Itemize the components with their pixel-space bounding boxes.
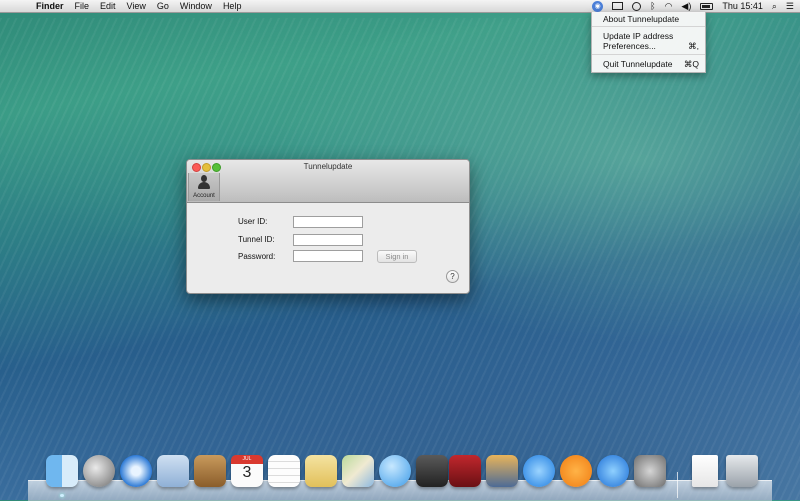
launchpad-icon[interactable] bbox=[83, 455, 115, 487]
reminders-icon[interactable] bbox=[268, 455, 300, 487]
maps-icon[interactable] bbox=[342, 455, 374, 487]
password-field[interactable] bbox=[293, 250, 363, 262]
trash-icon[interactable] bbox=[726, 455, 758, 487]
menu-view[interactable]: View bbox=[127, 1, 146, 11]
menu-preferences-label: Preferences... bbox=[603, 41, 656, 51]
downloads-stack-icon[interactable] bbox=[692, 455, 718, 487]
iphoto-icon[interactable] bbox=[486, 455, 518, 487]
window-toolbar: Tunnelupdate Account bbox=[187, 160, 469, 203]
airplay-icon[interactable] bbox=[612, 2, 624, 10]
menu-app-name[interactable]: Finder bbox=[36, 1, 64, 11]
menubar-clock[interactable]: Thu 15:41 bbox=[722, 1, 763, 11]
spotlight-icon[interactable]: ⌕ bbox=[772, 1, 777, 11]
volume-icon[interactable]: ◀) bbox=[681, 1, 691, 11]
itunes-icon[interactable] bbox=[523, 455, 555, 487]
user-id-field[interactable] bbox=[293, 216, 363, 228]
running-indicator bbox=[60, 494, 64, 497]
tunnelupdate-menu: About Tunnelupdate Update IP address Pre… bbox=[591, 12, 706, 73]
system-preferences-icon[interactable] bbox=[634, 455, 666, 487]
safari-icon[interactable] bbox=[120, 455, 152, 487]
notification-center-icon[interactable]: ☰ bbox=[786, 1, 794, 11]
battery-icon[interactable] bbox=[700, 2, 714, 10]
menu-edit[interactable]: Edit bbox=[100, 1, 116, 11]
facetime-icon[interactable] bbox=[416, 455, 448, 487]
calendar-day: 3 bbox=[242, 464, 252, 481]
menu-go[interactable]: Go bbox=[157, 1, 169, 11]
notes-icon[interactable] bbox=[305, 455, 337, 487]
wifi-icon[interactable]: ◠ bbox=[665, 1, 673, 11]
mail-icon[interactable] bbox=[157, 455, 189, 487]
menu-separator bbox=[592, 26, 705, 27]
menu-file[interactable]: File bbox=[75, 1, 90, 11]
messages-icon[interactable] bbox=[379, 455, 411, 487]
menu-update-ip[interactable]: Update IP address bbox=[603, 31, 699, 41]
password-label: Password: bbox=[238, 252, 276, 261]
status-area: ◉ ᛒ ◠ ◀) Thu 15:41 ⌕ ☰ bbox=[592, 0, 794, 12]
menu-separator bbox=[592, 54, 705, 55]
calendar-month: JUL bbox=[231, 455, 263, 464]
window-title: Tunnelupdate bbox=[303, 162, 353, 171]
tunnel-id-field[interactable] bbox=[293, 234, 363, 246]
calendar-icon[interactable]: JUL 3 bbox=[231, 455, 263, 487]
tunnelupdate-window: Tunnelupdate Account User ID: Tunnel ID:… bbox=[186, 159, 470, 294]
contacts-icon[interactable] bbox=[194, 455, 226, 487]
user-id-label: User ID: bbox=[238, 217, 268, 226]
tab-account[interactable]: Account bbox=[188, 173, 220, 201]
quit-shortcut: ⌘Q bbox=[683, 59, 699, 69]
menu-about[interactable]: About Tunnelupdate bbox=[603, 14, 699, 24]
finder-icon[interactable] bbox=[46, 455, 78, 487]
ibooks-icon[interactable] bbox=[560, 455, 592, 487]
preferences-shortcut: ⌘, bbox=[688, 41, 699, 51]
menu-preferences[interactable]: Preferences... bbox=[603, 41, 699, 51]
sign-in-button[interactable]: Sign in bbox=[377, 250, 417, 263]
time-machine-icon[interactable] bbox=[632, 1, 642, 11]
tunnelupdate-icon[interactable]: ◉ bbox=[592, 0, 604, 12]
menu-window[interactable]: Window bbox=[180, 1, 212, 11]
app-store-icon[interactable] bbox=[597, 455, 629, 487]
tab-account-label: Account bbox=[193, 193, 215, 199]
bluetooth-icon[interactable]: ᛒ bbox=[650, 1, 655, 11]
help-button[interactable]: ? bbox=[446, 270, 459, 283]
dock-separator bbox=[677, 472, 678, 498]
tunnel-id-label: Tunnel ID: bbox=[238, 235, 275, 244]
menu-help[interactable]: Help bbox=[223, 1, 242, 11]
person-icon bbox=[197, 175, 211, 191]
photo-booth-icon[interactable] bbox=[449, 455, 481, 487]
